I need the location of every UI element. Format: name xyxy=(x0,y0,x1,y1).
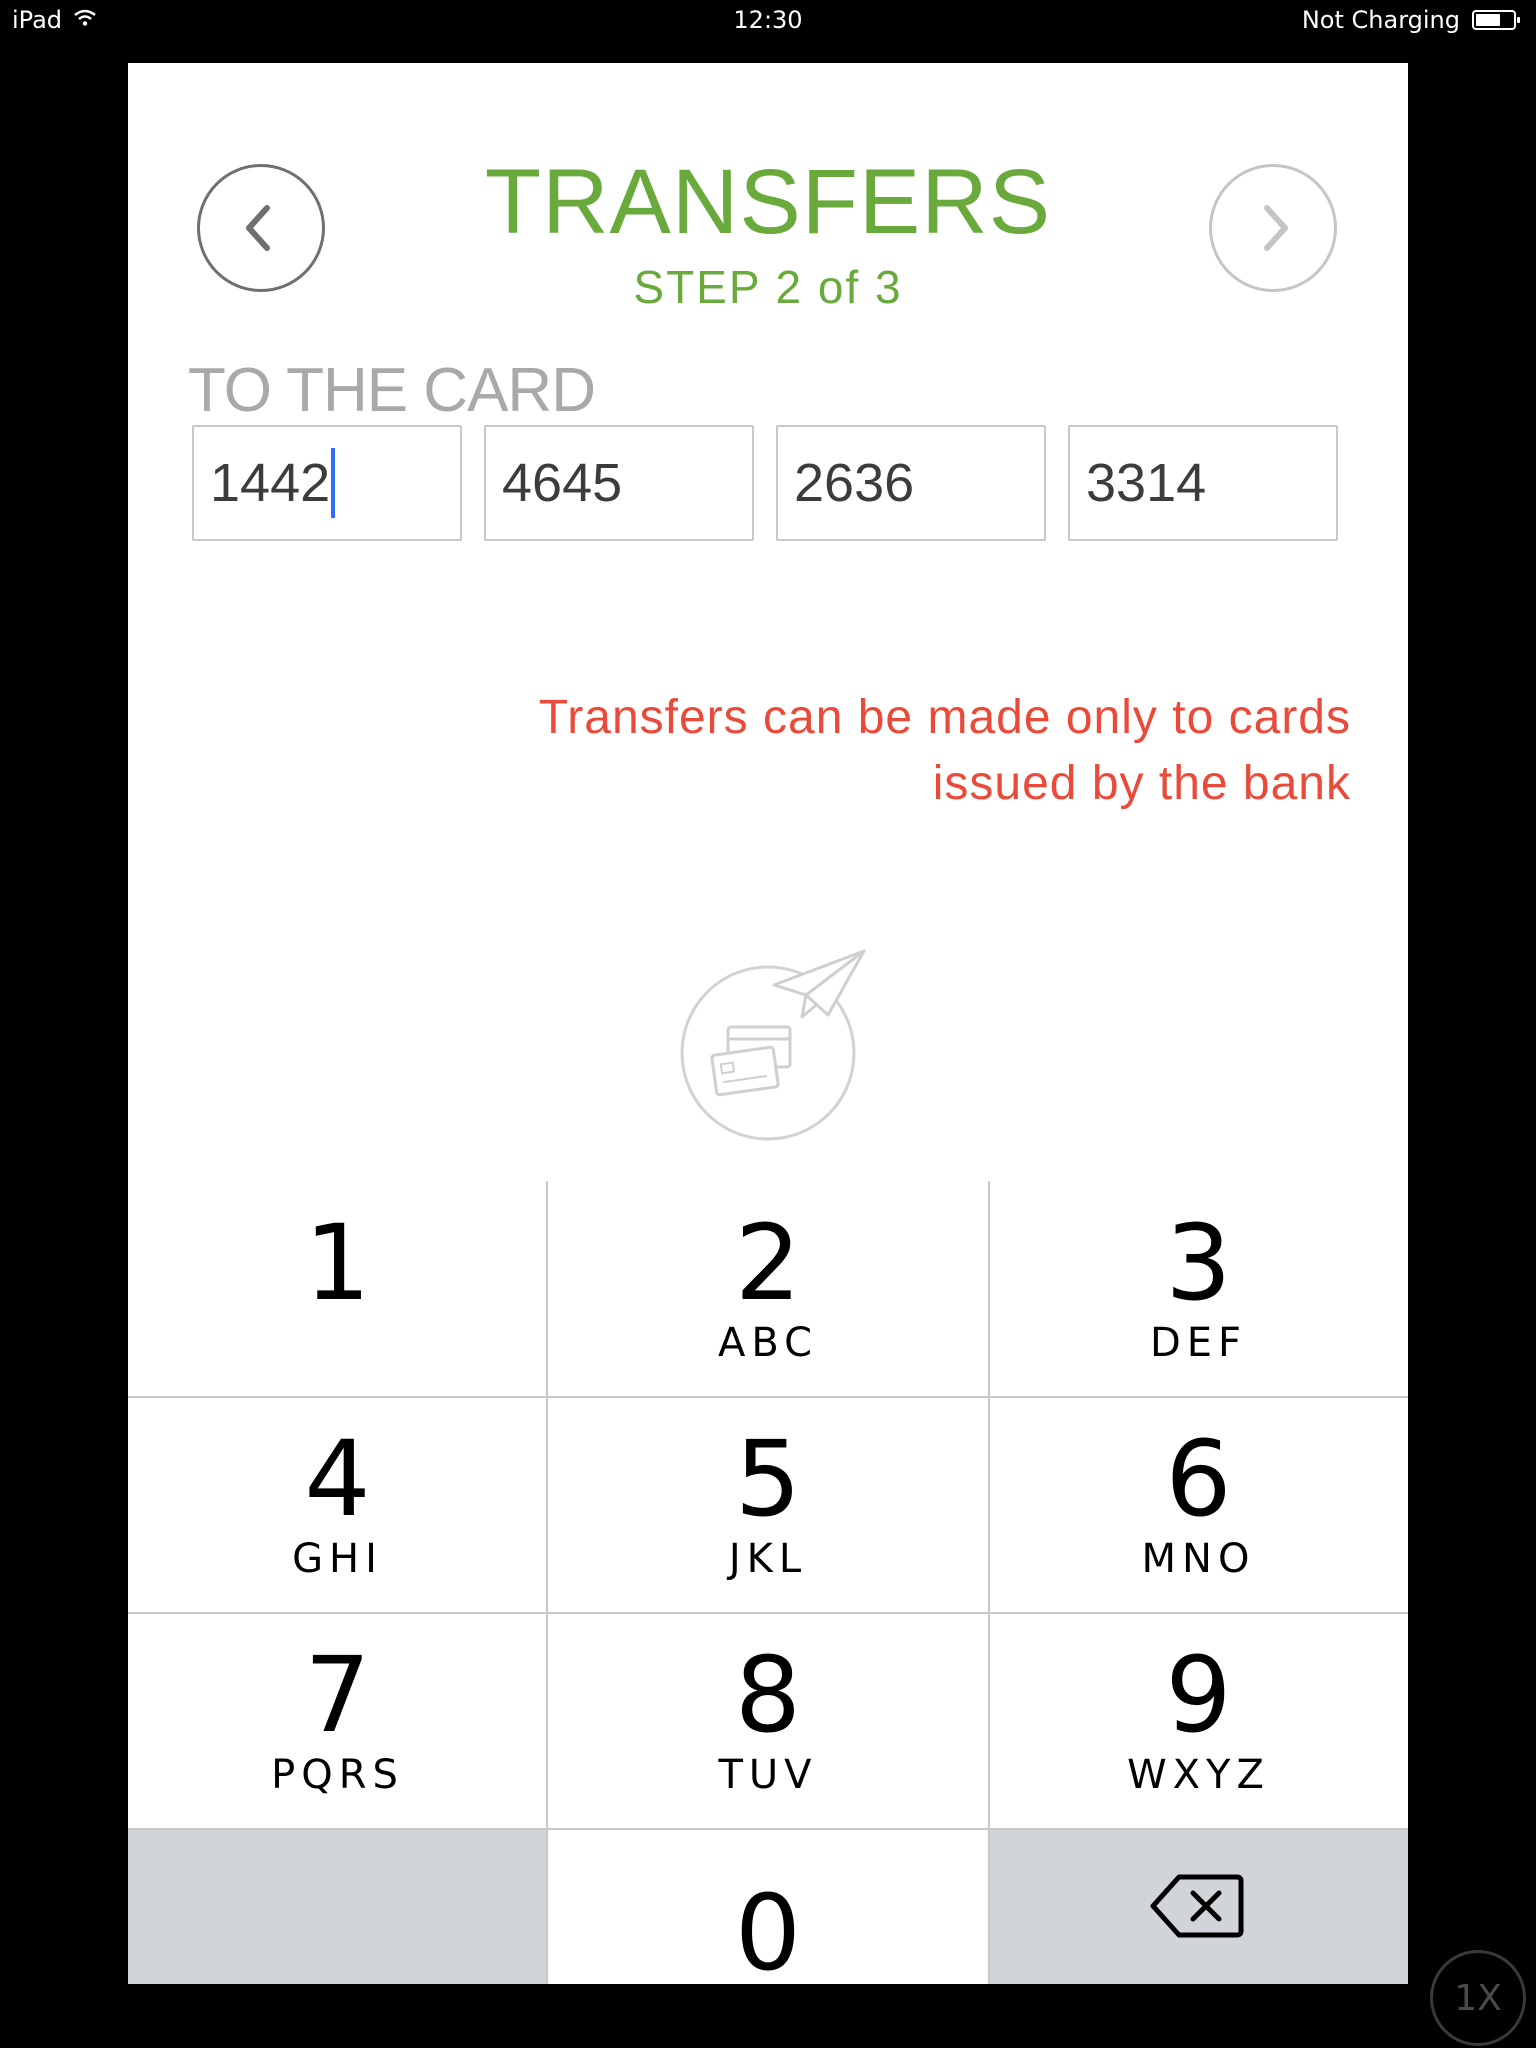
warning-message: Transfers can be made only to cards issu… xyxy=(251,685,1351,817)
key-6[interactable]: 6 MNO xyxy=(989,1397,1408,1613)
key-4-letters: GHI xyxy=(292,1536,383,1582)
keypad-divider xyxy=(128,1396,1408,1398)
zoom-badge[interactable]: 1X xyxy=(1430,1950,1526,2046)
card-number-field-1-value: 1442 xyxy=(210,453,331,513)
key-0[interactable]: 0 xyxy=(547,1829,989,1984)
key-9-letters: WXYZ xyxy=(1127,1752,1270,1798)
key-1[interactable]: 1 xyxy=(128,1181,547,1397)
key-4[interactable]: 4 GHI xyxy=(128,1397,547,1613)
card-number-field-1[interactable]: 1442 xyxy=(192,425,462,541)
key-2-letters: ABC xyxy=(717,1320,819,1366)
key-6-digit: 6 xyxy=(1165,1418,1232,1540)
step-indicator: STEP 2 of 3 xyxy=(633,261,903,313)
card-number-field-3-value: 2636 xyxy=(794,453,915,513)
chevron-right-icon xyxy=(1264,205,1288,251)
key-1-digit: 1 xyxy=(304,1202,371,1324)
key-3[interactable]: 3 DEF xyxy=(989,1181,1408,1397)
next-button[interactable] xyxy=(1209,164,1337,292)
keypad-divider xyxy=(546,1181,548,1984)
status-bar: iPad 12:30 Not Charging xyxy=(0,0,1536,42)
key-9-digit: 9 xyxy=(1165,1634,1232,1756)
card-number-field-3[interactable]: 2636 xyxy=(776,425,1046,541)
key-8[interactable]: 8 TUV xyxy=(547,1613,989,1829)
card-number-field-4-value: 3314 xyxy=(1086,453,1207,513)
key-2[interactable]: 2 ABC xyxy=(547,1181,989,1397)
card-number-field-2-value: 4645 xyxy=(502,453,623,513)
key-7-letters: PQRS xyxy=(271,1752,404,1798)
card-transfer-icon xyxy=(680,949,866,1141)
key-9[interactable]: 9 WXYZ xyxy=(989,1613,1408,1829)
warning-line-1: Transfers can be made only to cards xyxy=(538,691,1351,744)
key-3-letters: DEF xyxy=(1149,1320,1248,1366)
key-5-letters: JKL xyxy=(728,1536,808,1582)
battery-icon xyxy=(1472,10,1520,30)
key-7-digit: 7 xyxy=(304,1634,371,1756)
key-3-digit: 3 xyxy=(1165,1202,1232,1324)
warning-line-2: issued by the bank xyxy=(932,757,1351,810)
key-5[interactable]: 5 JKL xyxy=(547,1397,989,1613)
charging-status: Not Charging xyxy=(1301,6,1460,34)
key-8-digit: 8 xyxy=(734,1634,802,1756)
key-5-digit: 5 xyxy=(734,1418,802,1540)
keypad-divider xyxy=(988,1181,990,1984)
keypad-divider xyxy=(128,1612,1408,1614)
backspace-icon xyxy=(1150,1874,1244,1938)
key-blank xyxy=(128,1829,547,1984)
key-4-digit: 4 xyxy=(304,1418,371,1540)
backspace-key[interactable] xyxy=(989,1829,1408,1984)
numeric-keypad: 1 2 ABC 3 DEF 4 GHI 5 JKL 6 MNO 7 PQRS 8 xyxy=(128,1181,1408,1984)
keypad-divider xyxy=(128,1828,1408,1830)
key-8-letters: TUV xyxy=(718,1752,818,1798)
transfer-panel: TRANSFERS STEP 2 of 3 TO THE CARD 1442 4… xyxy=(128,63,1408,1984)
card-number-field-2[interactable]: 4645 xyxy=(484,425,754,541)
key-7[interactable]: 7 PQRS xyxy=(128,1613,547,1829)
key-2-digit: 2 xyxy=(734,1202,802,1324)
key-6-letters: MNO xyxy=(1141,1536,1256,1582)
key-0-digit: 0 xyxy=(734,1872,802,1984)
card-label: TO THE CARD xyxy=(188,356,596,425)
text-caret xyxy=(331,448,336,518)
card-number-field-4[interactable]: 3314 xyxy=(1068,425,1338,541)
